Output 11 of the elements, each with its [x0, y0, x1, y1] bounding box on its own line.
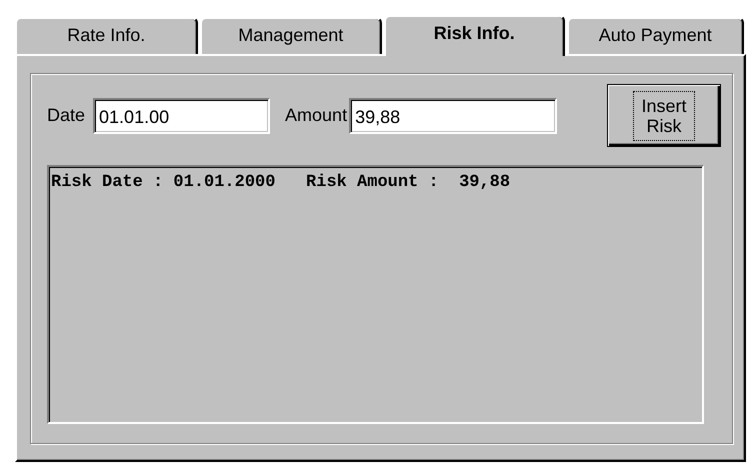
amount-label: Amount — [285, 105, 348, 126]
tab[interactable]: Rate Info. — [15, 17, 198, 54]
tab[interactable]: Risk Info. — [384, 15, 564, 56]
insert-risk-button[interactable]: Insert Risk — [607, 84, 721, 147]
date-label: Date — [47, 105, 86, 126]
tab[interactable]: Auto Payment — [566, 17, 744, 54]
risk-list[interactable]: Risk Date : 01.01.2000 Risk Amount : 39,88 — [47, 165, 704, 424]
amount-field[interactable]: 39,88 — [349, 98, 558, 134]
date-field[interactable]: 01.01.00 — [93, 98, 270, 134]
list-item[interactable]: Risk Date : 01.01.2000 Risk Amount : 39,88 — [51, 173, 510, 192]
tab[interactable]: Management — [200, 17, 382, 54]
